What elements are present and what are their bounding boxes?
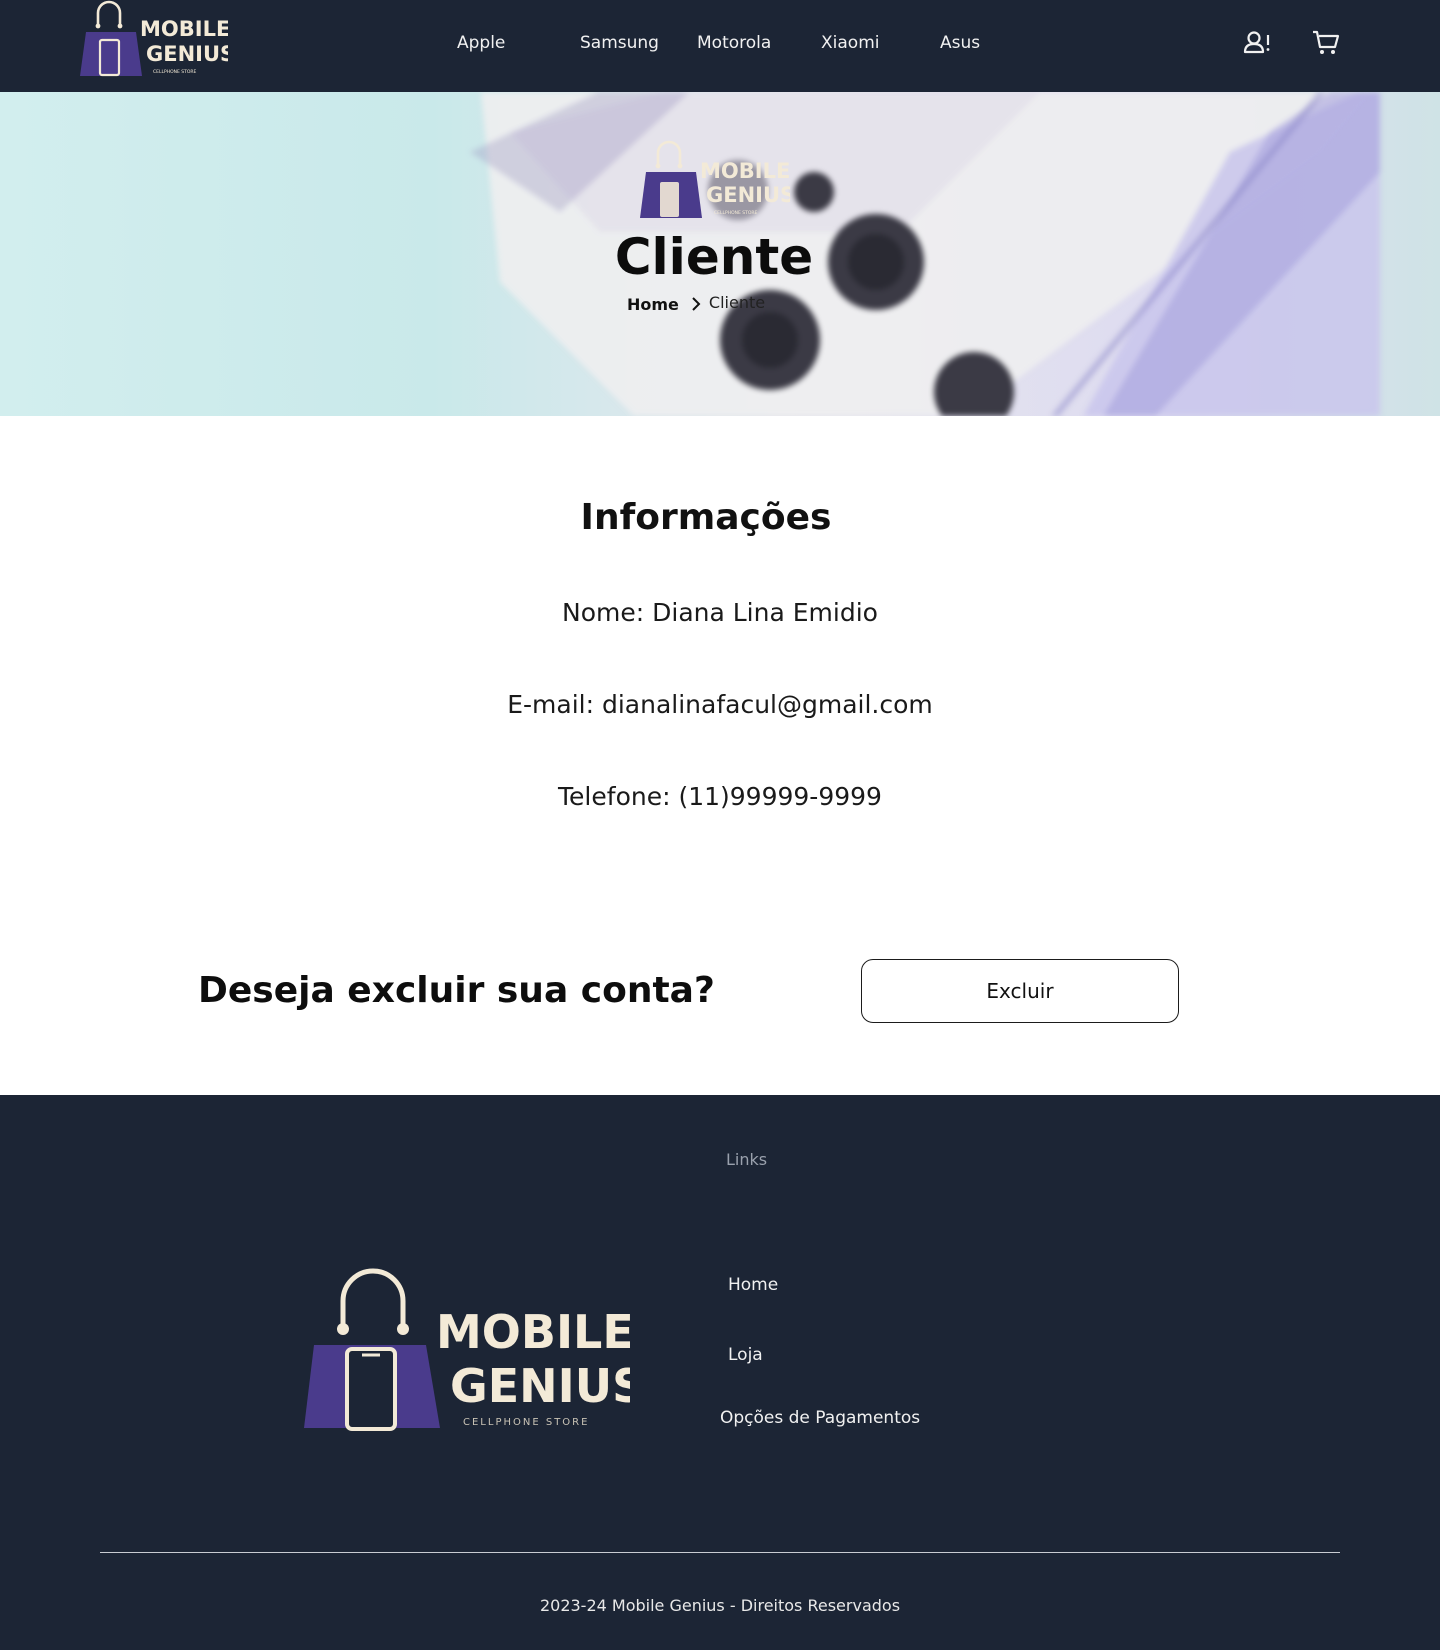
svg-text:CELLPHONE STORE: CELLPHONE STORE	[714, 210, 758, 216]
customer-name: Nome: Diana Lina Emidio	[562, 598, 878, 627]
info-title: Informações	[580, 497, 832, 538]
svg-text:GENIUS: GENIUS	[706, 183, 790, 207]
nav-link-samsung[interactable]: Samsung	[580, 33, 659, 53]
user-alert-icon[interactable]	[1243, 30, 1271, 56]
cart-icon[interactable]	[1312, 30, 1340, 56]
delete-account-button[interactable]: Excluir	[861, 959, 1179, 1023]
page-title: Cliente	[614, 228, 814, 286]
breadcrumb-current: Cliente	[708, 292, 766, 312]
breadcrumb: Home Cliente	[627, 292, 765, 316]
svg-text:CELLPHONE STORE: CELLPHONE STORE	[153, 69, 197, 75]
svg-text:MOBILE: MOBILE	[436, 1305, 630, 1359]
nav-link-apple[interactable]: Apple	[457, 33, 505, 53]
footer-link-loja[interactable]: Loja	[728, 1345, 763, 1365]
footer: MOBILE GENIUS CELLPHONE STORE Links Home…	[0, 1095, 1440, 1650]
svg-text:CELLPHONE STORE: CELLPHONE STORE	[463, 1417, 589, 1428]
svg-text:MOBILE: MOBILE	[140, 17, 228, 41]
customer-email: E-mail: dianalinafacul@gmail.com	[507, 690, 933, 719]
footer-divider	[100, 1552, 1340, 1553]
footer-logo: MOBILE GENIUS CELLPHONE STORE	[304, 1268, 630, 1431]
customer-phone: Telefone: (11)99999-9999	[558, 782, 882, 811]
nav-link-xiaomi[interactable]: Xiaomi	[821, 33, 879, 53]
hero-logo: MOBILE GENIUS CELLPHONE STORE	[640, 140, 790, 218]
mobile-genius-logo[interactable]: MOBILE GENIUS CELLPHONE STORE	[78, 0, 228, 78]
footer-links-heading: Links	[726, 1150, 768, 1169]
nav-link-asus[interactable]: Asus	[940, 33, 980, 53]
copyright-text: 2023-24 Mobile Genius - Direitos Reserva…	[539, 1596, 901, 1615]
footer-link-home[interactable]: Home	[728, 1275, 778, 1295]
delete-account-question: Deseja excluir sua conta?	[198, 970, 715, 1011]
breadcrumb-home-link[interactable]: Home	[627, 295, 679, 314]
svg-text:GENIUS: GENIUS	[146, 42, 228, 66]
svg-text:GENIUS: GENIUS	[450, 1359, 630, 1413]
nav-link-motorola[interactable]: Motorola	[697, 33, 771, 53]
chevron-right-icon	[691, 297, 701, 311]
navbar: MOBILE GENIUS CELLPHONE STORE Apple Sams…	[0, 0, 1440, 92]
svg-text:MOBILE: MOBILE	[700, 159, 790, 183]
footer-link-pagamentos[interactable]: Opções de Pagamentos	[720, 1408, 920, 1428]
hero-banner: MOBILE GENIUS CELLPHONE STORE Cliente Ho…	[0, 92, 1440, 416]
